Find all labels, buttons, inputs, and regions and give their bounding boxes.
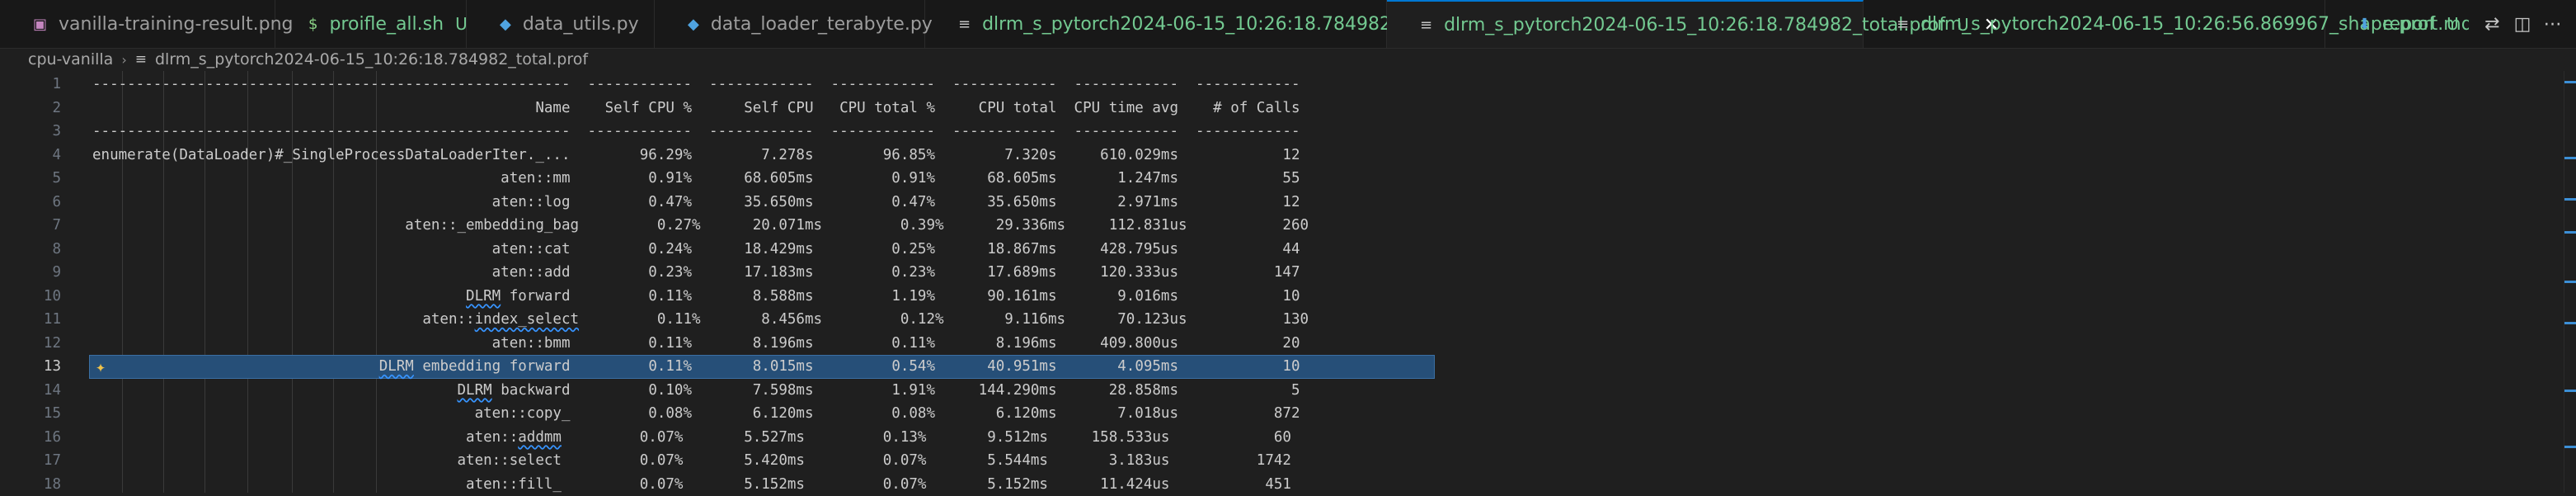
line-text: aten::index_select 0.11% 8.456ms 0.12% 9…: [92, 308, 1309, 332]
line-text: ----------------------------------------…: [92, 120, 1300, 144]
tab-4[interactable]: ◆data_loader_terabyte.py: [655, 0, 925, 48]
code-line[interactable]: 15 aten::copy_ 0.08% 6.120ms 0.08% 6.120…: [0, 402, 1435, 426]
line-text: enumerate(DataLoader)#_SingleProcessData…: [92, 144, 1300, 168]
line-number: 4: [0, 147, 61, 163]
split-editor-icon[interactable]: ◫: [2511, 12, 2534, 35]
image-icon: ▣: [33, 16, 47, 32]
line-text: DLRM backward 0.10% 7.598ms 1.91% 144.29…: [92, 379, 1300, 403]
line-number: 6: [0, 194, 61, 210]
python-icon: ◆: [500, 16, 511, 32]
line-number: 14: [0, 382, 61, 399]
code-line[interactable]: 4 enumerate(DataLoader)#_SingleProcessDat…: [0, 144, 1435, 168]
line-text: aten::add 0.23% 17.183ms 0.23% 17.689ms …: [92, 261, 1300, 285]
line-number: 8: [0, 241, 61, 257]
compare-icon[interactable]: ⇄: [2480, 12, 2503, 35]
line-text: ----------------------------------------…: [92, 73, 1300, 97]
tab-2[interactable]: $ proifle_all.sh U: [275, 0, 467, 48]
tab-1[interactable]: ▣vanilla-training-result.png: [0, 0, 275, 48]
code-line[interactable]: 13 DLRM embedding forward 0.11% 8.015ms …: [0, 355, 1435, 379]
tab-label: data_loader_terabyte.py: [711, 14, 933, 35]
line-text: DLRM embedding forward 0.11% 8.015ms 0.5…: [92, 355, 1300, 379]
line-number: 16: [0, 429, 61, 446]
line-text: aten::cat 0.24% 18.429ms 0.25% 18.867ms …: [92, 238, 1300, 262]
git-status-badge: U: [455, 14, 468, 34]
shell-icon: $: [308, 16, 317, 32]
code-line[interactable]: 3 ---------------------------------------…: [0, 120, 1435, 144]
line-number: 13: [0, 358, 61, 375]
tab-label: proifle_all.sh: [329, 14, 444, 35]
line-text: aten::mm 0.91% 68.605ms 0.91% 68.605ms 1…: [92, 167, 1300, 191]
line-text: aten::copy_ 0.08% 6.120ms 0.08% 6.120ms …: [92, 402, 1300, 426]
line-text: aten::_embedding_bag 0.27% 20.071ms 0.39…: [92, 214, 1309, 238]
lines-icon: ≡: [135, 51, 147, 68]
line-number: 1: [0, 76, 61, 92]
lines-icon: ≡: [958, 16, 971, 32]
code-editor[interactable]: 1 ---------------------------------------…: [0, 71, 2576, 493]
line-number: 12: [0, 335, 61, 352]
line-number: 5: [0, 170, 61, 187]
code-line[interactable]: 10 DLRM forward 0.11% 8.588ms 1.19% 90.1…: [0, 285, 1435, 309]
vertical-scrollbar[interactable]: [2564, 71, 2576, 493]
lines-icon: ≡: [1897, 16, 1909, 32]
code-line[interactable]: 7 aten::_embedding_bag 0.27% 20.071ms 0.…: [0, 214, 1435, 238]
line-text: aten::bmm 0.11% 8.196ms 0.11% 8.196ms 40…: [92, 332, 1300, 356]
tab-6[interactable]: ≡dlrm_s_pytorch2024-06-15_10:26:18.78498…: [1387, 0, 1864, 48]
line-text: aten::log 0.47% 35.650ms 0.47% 35.650ms …: [92, 191, 1300, 215]
editor-actions: ⇄ ◫ ⋯: [2469, 0, 2576, 48]
tab-8[interactable]: ⬇report.mdU: [2325, 0, 2474, 48]
code-line[interactable]: 12 aten::bmm 0.11% 8.196ms 0.11% 8.196ms…: [0, 332, 1435, 356]
code-line[interactable]: 14 DLRM backward 0.10% 7.598ms 1.91% 144…: [0, 379, 1435, 403]
breadcrumb-file[interactable]: dlrm_s_pytorch2024-06-15_10:26:18.784982…: [155, 50, 588, 68]
line-number: 15: [0, 405, 61, 422]
line-number: 11: [0, 311, 61, 328]
code-line[interactable]: 17 aten::select 0.07% 5.420ms 0.07% 5.54…: [0, 449, 1435, 473]
line-number: 17: [0, 452, 61, 469]
line-text: DLRM forward 0.11% 8.588ms 1.19% 90.161m…: [92, 285, 1300, 309]
line-number: 7: [0, 217, 61, 234]
code-line[interactable]: 8 aten::cat 0.24% 18.429ms 0.25% 18.867m…: [0, 238, 1435, 262]
line-text: aten::addmm 0.07% 5.527ms 0.13% 9.512ms …: [92, 426, 1291, 450]
tab-5[interactable]: ≡dlrm_s_pytorch2024-06-15_10:26:18.78498…: [925, 0, 1387, 48]
tab-label: data_utils.py: [523, 14, 639, 35]
line-number: 18: [0, 476, 61, 493]
code-line[interactable]: 2 Name Self CPU % Self CPU CPU total % C…: [0, 97, 1435, 120]
lines-icon: ≡: [1420, 17, 1432, 33]
breadcrumb-folder[interactable]: cpu-vanilla: [28, 50, 113, 68]
code-line[interactable]: 11 aten::index_select 0.11% 8.456ms 0.12…: [0, 308, 1435, 332]
code-line[interactable]: 5 aten::mm 0.91% 68.605ms 0.91% 68.605ms…: [0, 167, 1435, 191]
tab-7[interactable]: ≡dlrm_s_pytorch2024-06-15_10:26:56.86996…: [1864, 0, 2325, 48]
code-line[interactable]: 16 aten::addmm 0.07% 5.527ms 0.13% 9.512…: [0, 426, 1435, 450]
tab-label: vanilla-training-result.png: [59, 14, 293, 35]
tab-3[interactable]: ◆ data_utils.py: [467, 0, 655, 48]
markdown-icon: ⬇: [2358, 16, 2371, 32]
code-line[interactable]: 6 aten::log 0.47% 35.650ms 0.47% 35.650m…: [0, 191, 1435, 215]
line-text: aten::select 0.07% 5.420ms 0.07% 5.544ms…: [92, 449, 1291, 473]
line-number: 9: [0, 264, 61, 281]
breadcrumb: cpu-vanilla › ≡ dlrm_s_pytorch2024-06-15…: [0, 48, 2576, 71]
line-number: 2: [0, 100, 61, 116]
code-line[interactable]: 1 ---------------------------------------…: [0, 73, 1435, 97]
more-icon[interactable]: ⋯: [2541, 12, 2564, 35]
chevron-right-icon: ›: [121, 52, 126, 68]
python-icon: ◆: [688, 16, 699, 32]
tab-label: report.md: [2382, 14, 2473, 35]
line-text: Name Self CPU % Self CPU CPU total % CPU…: [92, 97, 1300, 120]
code-line[interactable]: 9 aten::add 0.23% 17.183ms 0.23% 17.689m…: [0, 261, 1435, 285]
line-number: 3: [0, 123, 61, 139]
editor-tab-bar: ▣vanilla-training-result.png$proifle_all…: [0, 0, 2576, 49]
line-number: 10: [0, 288, 61, 305]
